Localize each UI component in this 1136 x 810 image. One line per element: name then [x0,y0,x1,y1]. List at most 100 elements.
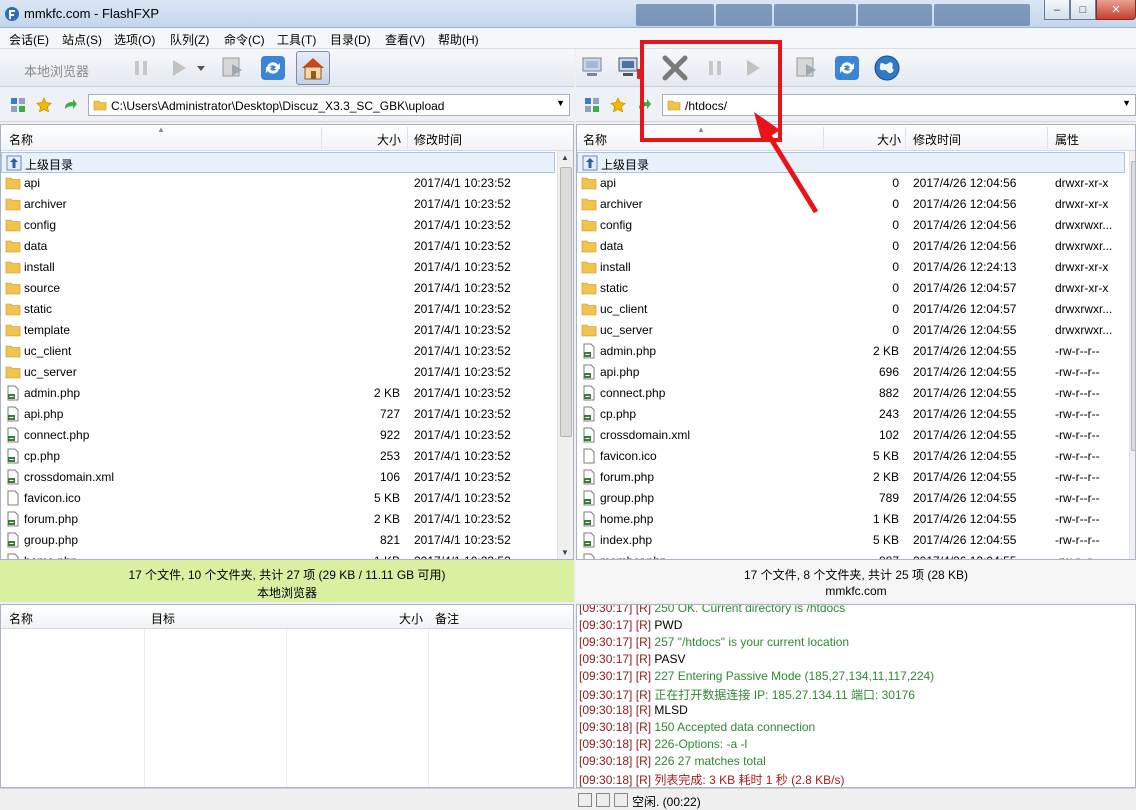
file-row[interactable]: uc_server 0 2017/4/26 12:04:55 drwxrwxr... [577,320,1127,341]
favorites-star-icon[interactable] [610,97,626,113]
local-browser-label[interactable]: 本地浏览器 [24,61,89,80]
blurred-region [774,4,856,26]
play-icon[interactable] [164,53,194,83]
file-row[interactable]: data 0 2017/4/26 12:04:56 drwxrwxr... [577,236,1127,257]
file-row[interactable]: archiver 2017/4/1 10:23:52 [1,194,555,215]
log-timestamp: [09:30:18] [579,754,633,768]
refresh-icon[interactable] [832,53,862,83]
file-row[interactable]: forum.php 2 KB 2017/4/1 10:23:52 [1,509,555,530]
file-row[interactable]: favicon.ico 5 KB 2017/4/1 10:23:52 [1,488,555,509]
connect-icon[interactable] [580,53,610,83]
col-size[interactable]: 大小 [377,131,401,148]
scrollbar-thumb[interactable] [1131,161,1135,451]
chevron-down-icon[interactable]: ▼ [1122,98,1131,108]
file-row[interactable]: connect.php 882 2017/4/26 12:04:55 -rw-r--r… [577,383,1127,404]
file-row[interactable]: favicon.ico 5 KB 2017/4/26 12:04:55 -rw-r--… [577,446,1127,467]
file-row[interactable]: home.php 1 KB 2017/4/26 12:04:55 -rw-r--r-- [577,509,1127,530]
col-name[interactable]: 名称 [9,131,33,148]
tree-view-icon[interactable] [584,97,600,113]
file-row[interactable]: group.php 821 2017/4/1 10:23:52 [1,530,555,551]
file-row[interactable]: static 2017/4/1 10:23:52 [1,299,555,320]
queue-col-name[interactable]: 名称 [9,610,33,627]
maximize-button[interactable]: □ [1070,0,1096,20]
file-name: crossdomain.xml [600,428,691,442]
file-attributes: drwxr-xr-x [1055,176,1109,190]
queue-col-size[interactable]: 大小 [399,610,423,627]
log-line: [09:30:17] [R] 257 "/htdocs" is your cur… [579,635,849,649]
globe-icon[interactable] [872,53,902,83]
file-row[interactable]: uc_client 0 2017/4/26 12:04:57 drwxrwxr... [577,299,1127,320]
file-name: connect.php [600,386,666,400]
remote-scrollbar[interactable] [1129,151,1135,559]
file-row[interactable]: crossdomain.xml 106 2017/4/1 10:23:52 [1,467,555,488]
parent-dir-arrow-icon[interactable] [62,97,78,113]
file-row[interactable]: uc_client 2017/4/1 10:23:52 [1,341,555,362]
file-row[interactable]: api.php 696 2017/4/26 12:04:55 -rw-r--r-- [577,362,1127,383]
menu-tools[interactable]: 工具(T) [277,31,316,48]
file-row[interactable]: index.php 5 KB 2017/4/26 12:04:55 -rw-r--r-… [577,530,1127,551]
transfer-icon[interactable] [218,53,248,83]
file-row[interactable]: admin.php 2 KB 2017/4/26 12:04:55 -rw-r--r-… [577,341,1127,362]
favorites-star-icon[interactable] [36,97,52,113]
file-row[interactable]: config 0 2017/4/26 12:04:56 drwxrwxr... [577,215,1127,236]
file-row[interactable]: static 0 2017/4/26 12:04:57 drwxr-xr-x [577,278,1127,299]
close-button[interactable]: ✕ [1096,0,1136,20]
file-row[interactable]: forum.php 2 KB 2017/4/26 12:04:55 -rw-r--r-… [577,467,1127,488]
php-file-icon [583,469,595,485]
file-name: install [24,260,55,274]
file-row[interactable]: api 0 2017/4/26 12:04:56 drwxr-xr-x [577,173,1127,194]
menu-session[interactable]: 会话(E) [9,31,49,48]
queue-col-note[interactable]: 备注 [435,610,459,627]
col-size[interactable]: 大小 [877,131,901,148]
file-row[interactable]: config 2017/4/1 10:23:52 [1,215,555,236]
file-row[interactable]: home.php1 KB2017/4/1 10:23:52 [1,551,555,559]
file-row[interactable]: cp.php 243 2017/4/26 12:04:55 -rw-r--r-- [577,404,1127,425]
scrollbar-thumb[interactable] [560,167,572,437]
queue-col-target[interactable]: 目标 [151,610,175,627]
menu-view[interactable]: 查看(V) [385,31,425,48]
php-file-icon [583,406,595,422]
file-row[interactable]: crossdomain.xml 102 2017/4/26 12:04:55 -rw-… [577,425,1127,446]
local-scrollbar[interactable]: ▲ ▼ [557,151,573,559]
local-path-input[interactable]: C:\Users\Administrator\Desktop\Discuz_X3… [88,94,570,116]
file-row[interactable]: data 2017/4/1 10:23:52 [1,236,555,257]
file-row[interactable]: template 2017/4/1 10:23:52 [1,320,555,341]
file-modified: 2017/4/1 10:23:52 [414,323,511,337]
tree-view-icon[interactable] [10,97,26,113]
pause-icon[interactable] [126,53,156,83]
file-row[interactable]: group.php 789 2017/4/26 12:04:55 -rw-r--r-- [577,488,1127,509]
file-row[interactable]: install 2017/4/1 10:23:52 [1,257,555,278]
chevron-down-icon[interactable]: ▼ [556,98,565,108]
menu-options[interactable]: 选项(O) [114,31,155,48]
file-row[interactable]: archiver 0 2017/4/26 12:04:56 drwxr-xr-x [577,194,1127,215]
file-row[interactable]: admin.php 2 KB 2017/4/1 10:23:52 [1,383,555,404]
transfer-icon[interactable] [792,53,822,83]
menu-directory[interactable]: 目录(D) [330,31,371,48]
col-modified[interactable]: 修改时间 [414,131,462,148]
file-row[interactable]: connect.php 922 2017/4/1 10:23:52 [1,425,555,446]
parent-directory-row[interactable]: 上级目录 [577,152,1125,173]
menu-commands[interactable]: 命令(C) [224,31,265,48]
menu-queue[interactable]: 队列(Z) [170,31,209,48]
file-row[interactable]: cp.php 253 2017/4/1 10:23:52 [1,446,555,467]
col-modified[interactable]: 修改时间 [913,131,961,148]
blurred-region [636,4,714,26]
file-row[interactable]: source 2017/4/1 10:23:52 [1,278,555,299]
home-icon[interactable] [296,51,330,85]
dropdown-arrow-icon[interactable] [194,53,208,83]
file-name: install [600,260,631,274]
file-row[interactable]: uc_server 2017/4/1 10:23:52 [1,362,555,383]
file-row[interactable]: api 2017/4/1 10:23:52 [1,173,555,194]
menu-help[interactable]: 帮助(H) [438,31,479,48]
col-name[interactable]: 名称 [583,131,607,148]
file-row[interactable]: member.php8872017/4/26 12:04:55-rw-r--r-… [577,551,1127,559]
file-name: group.php [600,491,655,505]
col-attributes[interactable]: 属性 [1055,131,1079,148]
log-timestamp: [09:30:17] [579,669,633,683]
file-row[interactable]: api.php 727 2017/4/1 10:23:52 [1,404,555,425]
refresh-icon[interactable] [258,53,288,83]
file-row[interactable]: install 0 2017/4/26 12:24:13 drwxr-xr-x [577,257,1127,278]
menu-sites[interactable]: 站点(S) [62,31,102,48]
parent-directory-row[interactable]: 上级目录 [1,152,555,173]
minimize-button[interactable]: – [1044,0,1070,20]
